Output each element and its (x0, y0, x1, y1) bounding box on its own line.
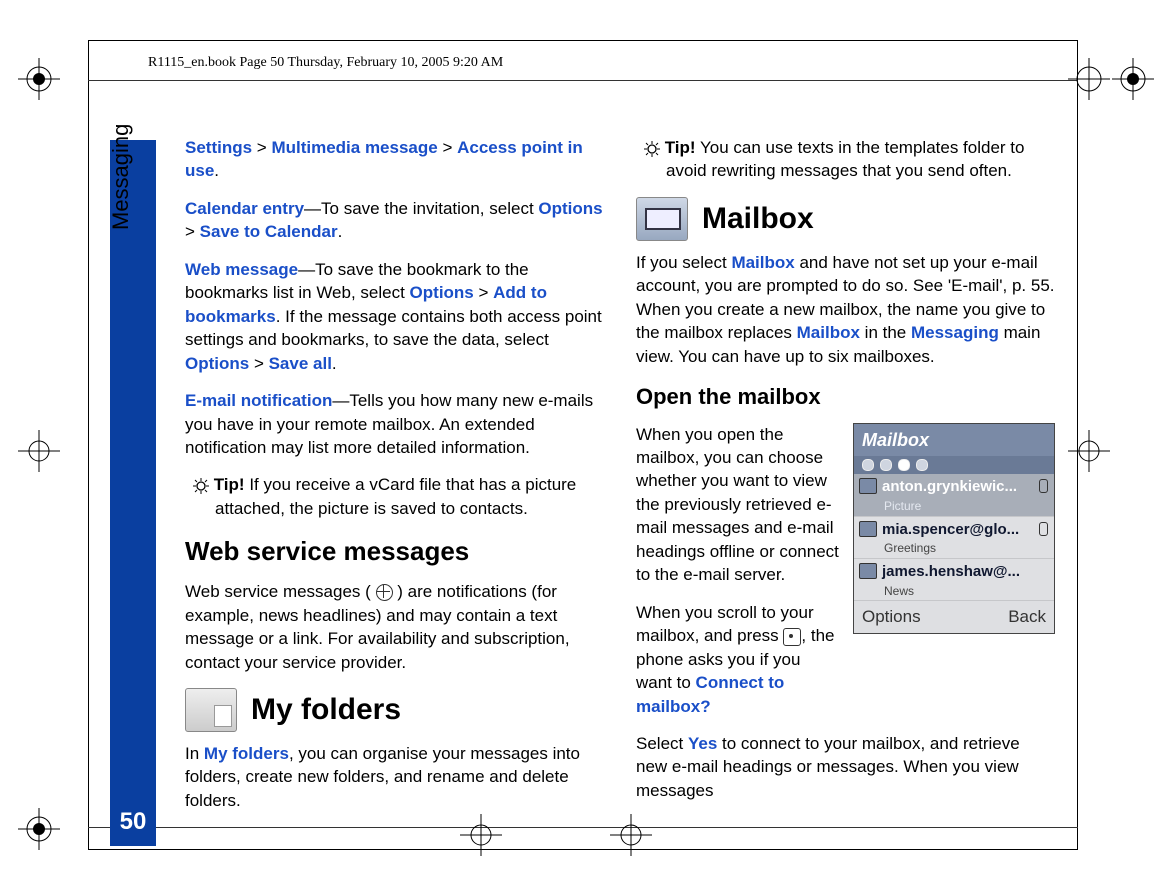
text: in the (860, 323, 911, 342)
attachment-icon (1039, 522, 1048, 536)
lightbulb-icon (644, 141, 660, 157)
mail-subject: Greetings (882, 540, 1046, 557)
crop-mark-icon (18, 430, 60, 472)
phone-softkeys: Options Back (854, 601, 1054, 632)
tip-label: Tip! (665, 138, 696, 157)
running-header: R1115_en.book Page 50 Thursday, February… (148, 55, 503, 71)
ui-term: Settings (185, 138, 252, 157)
tip-text: If you receive a vCard file that has a p… (215, 475, 576, 517)
mail-sender: anton.grynkiewic... (882, 477, 1046, 498)
ui-term: My folders (204, 744, 289, 763)
section-label: Messaging (108, 124, 134, 230)
crop-mark-icon (18, 58, 60, 100)
email-notification-para: E-mail notification—Tells you how many n… (185, 389, 604, 459)
mail-item-icon (859, 563, 877, 579)
scroll-mailbox-para: When you scroll to your mailbox, and pre… (636, 601, 841, 718)
mailbox-intro-para: If you select Mailbox and have not set u… (636, 251, 1055, 368)
phone-screenshot: Mailbox anton.grynkiewic...Picturemia.sp… (853, 423, 1055, 634)
side-tab (110, 140, 156, 846)
my-folders-icon (185, 688, 237, 732)
crop-mark-icon (18, 808, 60, 850)
mailbox-icon (636, 197, 688, 241)
mail-sender: james.henshaw@... (882, 562, 1046, 583)
heading-web-service: Web service messages (185, 534, 604, 570)
settings-path: Settings > Multimedia message > Access p… (185, 136, 604, 183)
heading-open-mailbox: Open the mailbox (636, 382, 1055, 412)
ui-term: Options (410, 283, 474, 302)
phone-tab-strip (854, 456, 1054, 474)
ui-term: Save to Calendar (200, 222, 338, 241)
mail-sender: mia.spencer@glo... (882, 520, 1046, 541)
mailbox-list-item[interactable]: anton.grynkiewic...Picture (854, 474, 1054, 516)
web-message-para: Web message—To save the bookmark to the … (185, 258, 604, 375)
text: Web service messages ( (185, 582, 376, 601)
softkey-right[interactable]: Back (1008, 605, 1046, 628)
mail-item-icon (859, 478, 877, 494)
mail-item-icon (859, 521, 877, 537)
tip-vcard: Tip! If you receive a vCard file that ha… (185, 473, 604, 520)
text: —To save the invitation, select (304, 199, 538, 218)
mail-subject: News (882, 583, 1046, 600)
mailbox-list-item[interactable]: james.henshaw@...News (854, 559, 1054, 601)
crop-mark-icon (1112, 58, 1154, 100)
select-yes-para: Select Yes to connect to your mailbox, a… (636, 732, 1055, 802)
right-column: Tip! You can use texts in the templates … (636, 136, 1055, 826)
left-column: Settings > Multimedia message > Access p… (185, 136, 604, 826)
lightbulb-icon (193, 478, 209, 494)
tip-templates: Tip! You can use texts in the templates … (636, 136, 1055, 183)
tip-text: You can use texts in the templates folde… (666, 138, 1024, 180)
heading-mailbox: Mailbox (636, 197, 1055, 241)
ui-term: Messaging (911, 323, 999, 342)
ui-term: Multimedia message (271, 138, 437, 157)
ui-term: Mailbox (731, 253, 794, 272)
ui-term: Yes (688, 734, 717, 753)
ui-term: E-mail notification (185, 391, 332, 410)
ui-term: Options (185, 354, 249, 373)
crop-mark-icon (610, 814, 652, 856)
my-folders-para: In My folders, you can organise your mes… (185, 742, 604, 812)
open-mailbox-wrap: When you open the mailbox, you can choos… (636, 423, 841, 732)
text: In (185, 744, 204, 763)
heading-text: Mailbox (702, 198, 814, 239)
softkey-left[interactable]: Options (862, 605, 921, 628)
web-service-para: Web service messages ( ) are notificatio… (185, 580, 604, 674)
mail-subject: Picture (882, 498, 1046, 515)
ui-term: Mailbox (797, 323, 860, 342)
crop-mark-icon (460, 814, 502, 856)
tab-dot-icon (916, 459, 928, 471)
heading-text: My folders (251, 689, 401, 730)
footer-rule (88, 827, 1078, 828)
phone-title: Mailbox (854, 424, 1054, 457)
globe-icon (376, 584, 393, 601)
content-columns: Settings > Multimedia message > Access p… (185, 136, 1055, 826)
ui-term: Options (538, 199, 602, 218)
tab-dot-icon (880, 459, 892, 471)
open-mailbox-para: When you open the mailbox, you can choos… (636, 423, 841, 587)
text: Select (636, 734, 688, 753)
tab-dot-icon (898, 459, 910, 471)
mailbox-list-item[interactable]: mia.spencer@glo...Greetings (854, 517, 1054, 559)
text: If you select (636, 253, 731, 272)
joystick-icon (783, 628, 801, 646)
ui-term: Calendar entry (185, 199, 304, 218)
tab-dot-icon (862, 459, 874, 471)
attachment-icon (1039, 479, 1048, 493)
tip-label: Tip! (214, 475, 245, 494)
page-number: 50 (110, 808, 156, 836)
calendar-entry-para: Calendar entry—To save the invitation, s… (185, 197, 604, 244)
crop-mark-icon (1068, 58, 1110, 100)
ui-term: Web message (185, 260, 298, 279)
header-rule (88, 80, 1078, 81)
crop-mark-icon (1068, 430, 1110, 472)
ui-term: Save all (269, 354, 332, 373)
heading-my-folders: My folders (185, 688, 604, 732)
